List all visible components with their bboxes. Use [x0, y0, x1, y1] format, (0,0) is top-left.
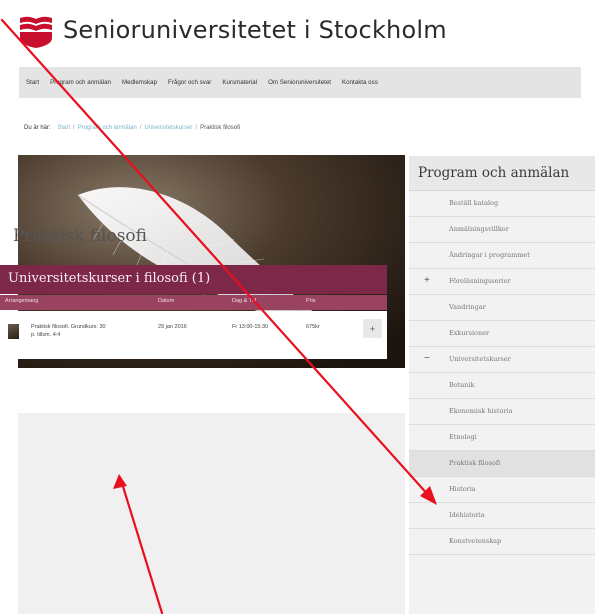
course-price: 675kr — [306, 324, 320, 330]
add-to-cart-button[interactable]: + — [363, 319, 382, 338]
breadcrumb-separator: / — [195, 125, 198, 131]
course-thumbnail — [8, 324, 19, 339]
sidebar-item-label: Historia — [449, 485, 476, 493]
column-header-date: Datum — [158, 298, 175, 304]
sidebar-item-label: Ekonomisk historia — [449, 407, 513, 415]
sidebar-item-economic-history[interactable]: Ekonomisk historia — [409, 399, 595, 425]
nav-item-faq[interactable]: Frågor och svar — [168, 79, 211, 86]
nav-item-membership[interactable]: Medlemskap — [122, 79, 157, 86]
sidebar-item-walks[interactable]: Vandringar — [409, 295, 595, 321]
breadcrumb-lead: Du är här: — [24, 125, 51, 131]
sidebar-item-registration-terms[interactable]: Anmälningsvillkor — [409, 217, 595, 243]
sidebar-item-botany[interactable]: Botanik — [409, 373, 595, 399]
course-arrangement-line2[interactable]: p. tillsm. 4:4 — [31, 331, 60, 339]
course-day-time: Fr 13:00-15:30 — [232, 324, 269, 330]
sidebar-item-label: Etnologi — [449, 433, 477, 441]
sidebar-item-label: Universitetskurser — [449, 355, 511, 363]
nav-item-course-material[interactable]: Kursmaterial — [222, 79, 257, 86]
sidebar-item-label: Botanik — [449, 381, 475, 389]
nav-item-program[interactable]: Program och anmälan — [50, 79, 111, 86]
nav-item-about[interactable]: Om Senioruniversitetet — [268, 79, 331, 86]
breadcrumb-link-start[interactable]: Start — [57, 125, 70, 131]
breadcrumb-link-program[interactable]: Program och anmälan — [78, 125, 137, 131]
breadcrumb: Du är här: Start / Program och anmälan / Uni… — [24, 125, 240, 131]
column-header-day-time: Dag & Tid — [232, 298, 257, 304]
sidebar-item-label: Idéhistoria — [449, 511, 485, 519]
sidebar: Program och anmälan Beställ katalog Anmä… — [409, 156, 595, 614]
site-title[interactable]: Senioruniversitetet i Stockholm — [63, 16, 447, 44]
sidebar-item-excursions[interactable]: Exkursioner — [409, 321, 595, 347]
sidebar-item-order-catalog[interactable]: Beställ katalog — [409, 191, 595, 217]
sidebar-title-box: Program och anmälan — [409, 156, 595, 191]
sidebar-item-label: Vandringar — [449, 303, 486, 311]
sidebar-item-lecture-series[interactable]: + Föreläsningsserier — [409, 269, 595, 295]
sidebar-item-label: Föreläsningsserier — [449, 277, 511, 285]
breadcrumb-current: Praktisk filosofi — [200, 125, 241, 131]
breadcrumb-separator: / — [139, 125, 142, 131]
sidebar-item-label: Konstvetenskap — [449, 537, 502, 545]
course-date: 29 jan 2016 — [158, 324, 187, 330]
sidebar-item-practical-philosophy[interactable]: Praktisk filosofi — [409, 451, 595, 477]
sidebar-item-program-changes[interactable]: Ändringar i programmet — [409, 243, 595, 269]
course-arrangement-line1[interactable]: Praktisk filosofi. Grundkurs: 30 — [31, 323, 106, 331]
breadcrumb-link-university-courses[interactable]: Universitetskurser — [144, 125, 192, 131]
course-table-header — [0, 295, 387, 310]
main-nav: Start Program och anmälan Medlemskap Frå… — [19, 67, 581, 98]
expand-plus-icon[interactable]: + — [424, 275, 430, 286]
column-header-arrangement: Arrangemang — [5, 298, 39, 304]
sidebar-item-label: Anmälningsvillkor — [449, 225, 509, 233]
sidebar-item-university-courses[interactable]: − Universitetskurser — [409, 347, 595, 373]
page-title-box — [18, 368, 405, 413]
sidebar-item-label: Beställ katalog — [449, 199, 499, 207]
collapse-minus-icon[interactable]: − — [424, 353, 430, 364]
sidebar-item-label: Ändringar i programmet — [449, 251, 530, 259]
nav-item-start[interactable]: Start — [26, 79, 39, 86]
sidebar-item-label: Praktisk filosofi — [449, 459, 501, 467]
nav-item-contact[interactable]: Kontakta oss — [342, 79, 378, 86]
breadcrumb-separator: / — [73, 125, 75, 131]
sidebar-item-label: Exkursioner — [449, 329, 490, 337]
sidebar-item-art-history[interactable]: Konstvetenskap — [409, 529, 595, 555]
sidebar-item-history-of-ideas[interactable]: Idéhistoria — [409, 503, 595, 529]
course-section-heading: Universitetskurser i filosofi (1) — [8, 271, 211, 286]
sidebar-item-ethnology[interactable]: Etnologi — [409, 425, 595, 451]
main-content — [18, 155, 405, 614]
sidebar-title: Program och anmälan — [418, 165, 570, 181]
column-header-price: Pris — [306, 298, 316, 304]
university-logo-icon[interactable] — [19, 14, 53, 48]
sidebar-item-history[interactable]: Historia — [409, 477, 595, 503]
page-title: Praktisk filosofi — [13, 226, 148, 246]
